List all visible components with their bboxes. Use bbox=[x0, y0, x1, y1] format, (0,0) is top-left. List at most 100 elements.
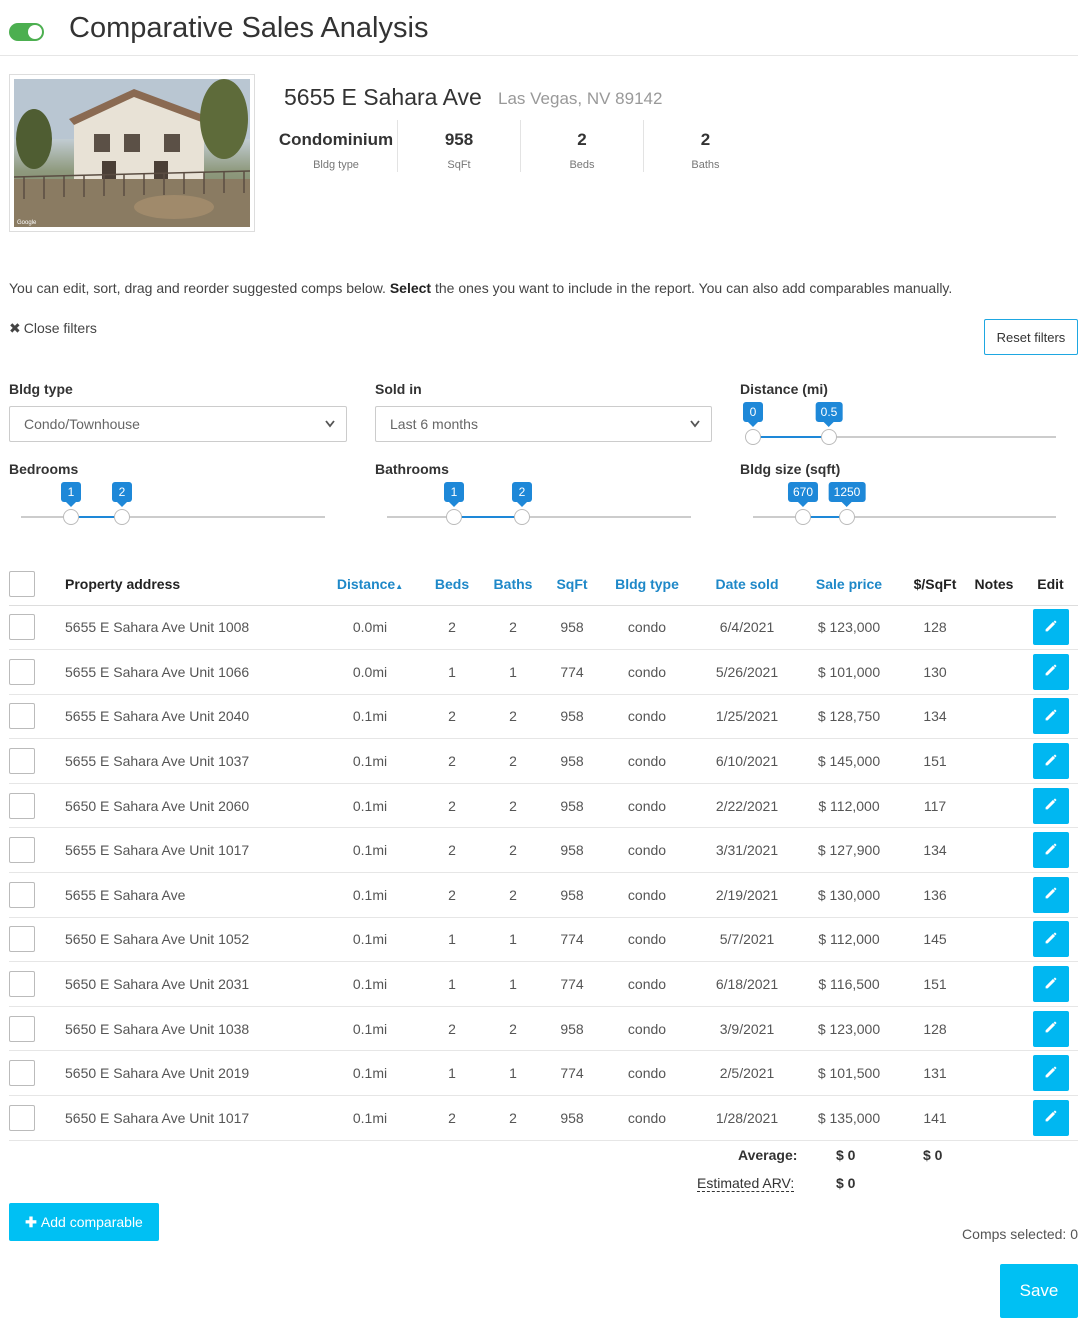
cell-price-sqft: 128 bbox=[905, 605, 965, 651]
edit-button[interactable] bbox=[1032, 609, 1069, 646]
table-row[interactable]: 5655 E Sahara Ave Unit 1037 0.1mi 2 2 958 con… bbox=[9, 738, 1078, 784]
cell-distance: 0.1mi bbox=[311, 917, 429, 963]
col-address[interactable]: Property address bbox=[46, 564, 311, 606]
select-all-cell bbox=[9, 564, 46, 606]
distance-slider[interactable]: 0 0.5 bbox=[743, 402, 1056, 450]
table-row[interactable]: 5650 E Sahara Ave Unit 1017 0.1mi 2 2 958 con… bbox=[9, 1095, 1078, 1141]
instructions-before: You can edit, sort, drag and reorder sug… bbox=[9, 280, 390, 296]
cell-baths: 1 bbox=[475, 917, 551, 963]
row-checkbox[interactable] bbox=[9, 881, 35, 908]
row-checkbox[interactable] bbox=[9, 971, 35, 998]
edit-button[interactable] bbox=[1032, 698, 1069, 735]
cell-notes bbox=[965, 917, 1023, 963]
close-filters-link[interactable]: ✖ Close filters bbox=[9, 320, 97, 337]
slider-min-handle[interactable] bbox=[63, 509, 79, 525]
row-checkbox[interactable] bbox=[9, 792, 35, 819]
table-row[interactable]: 5650 E Sahara Ave Unit 2060 0.1mi 2 2 958 con… bbox=[9, 783, 1078, 829]
property-photo-illustration bbox=[14, 79, 250, 227]
edit-button[interactable] bbox=[1032, 832, 1069, 869]
row-checkbox[interactable] bbox=[9, 1104, 35, 1131]
row-checkbox[interactable] bbox=[9, 926, 35, 953]
table-row[interactable]: 5655 E Sahara Ave Unit 1066 0.0mi 1 1 774 con… bbox=[9, 649, 1078, 695]
row-select-cell bbox=[9, 1050, 46, 1097]
col-sqft[interactable]: SqFt bbox=[551, 564, 593, 606]
page-header: Comparative Sales Analysis bbox=[0, 0, 1078, 56]
cell-date-sold: 1/28/2021 bbox=[701, 1095, 793, 1141]
col-baths[interactable]: Baths bbox=[475, 564, 551, 606]
report-section-toggle[interactable] bbox=[9, 23, 44, 41]
edit-button[interactable] bbox=[1032, 921, 1069, 958]
edit-button[interactable] bbox=[1032, 1055, 1069, 1092]
cell-sqft: 958 bbox=[551, 738, 593, 784]
table-row[interactable]: 5655 E Sahara Ave Unit 2040 0.1mi 2 2 958 con… bbox=[9, 694, 1078, 740]
slider-max-handle[interactable] bbox=[839, 509, 855, 525]
property-stats: Condominium Bldg type 958 SqFt 2 Beds 2 … bbox=[275, 120, 767, 172]
cell-bldg-type: condo bbox=[593, 1006, 701, 1052]
cell-edit bbox=[1023, 694, 1078, 740]
row-checkbox[interactable] bbox=[9, 614, 35, 641]
cell-sqft: 774 bbox=[551, 1050, 593, 1097]
cell-edit bbox=[1023, 738, 1078, 784]
slider-max-value: 1250 bbox=[828, 482, 866, 507]
edit-button[interactable] bbox=[1032, 876, 1069, 913]
edit-button[interactable] bbox=[1032, 743, 1069, 780]
row-checkbox[interactable] bbox=[9, 837, 35, 864]
slider-max-handle[interactable] bbox=[821, 429, 837, 445]
slider-min-value: 1 bbox=[61, 482, 81, 507]
slider-min-handle[interactable] bbox=[745, 429, 761, 445]
cell-date-sold: 6/10/2021 bbox=[701, 738, 793, 784]
cell-distance: 0.1mi bbox=[311, 694, 429, 740]
table-row[interactable]: 5655 E Sahara Ave Unit 1008 0.0mi 2 2 958 con… bbox=[9, 605, 1078, 651]
table-row[interactable]: 5655 E Sahara Ave Unit 1017 0.1mi 2 2 958 con… bbox=[9, 827, 1078, 874]
stat-label: Beds bbox=[569, 159, 595, 171]
edit-button[interactable] bbox=[1032, 1010, 1069, 1047]
cell-edit bbox=[1023, 605, 1078, 651]
row-checkbox[interactable] bbox=[9, 748, 35, 775]
col-sale-price[interactable]: Sale price bbox=[793, 564, 905, 606]
table-row[interactable]: 5655 E Sahara Ave 0.1mi 2 2 958 condo 2/19/202… bbox=[9, 872, 1078, 918]
col-beds[interactable]: Beds bbox=[429, 564, 475, 606]
cell-bldg-type: condo bbox=[593, 1050, 701, 1097]
edit-button[interactable] bbox=[1032, 966, 1069, 1003]
row-checkbox[interactable] bbox=[9, 703, 35, 730]
slider-max-handle[interactable] bbox=[114, 509, 130, 525]
sort-asc-icon: ▲ bbox=[395, 582, 404, 592]
edit-button[interactable] bbox=[1032, 1099, 1069, 1136]
property-photo-frame: Google bbox=[9, 74, 255, 232]
bedrooms-slider[interactable]: 1 2 bbox=[21, 482, 325, 530]
col-edit: Edit bbox=[1023, 564, 1078, 606]
slider-range bbox=[454, 516, 522, 518]
cell-baths: 2 bbox=[475, 694, 551, 740]
add-comparable-button[interactable]: ✚ Add comparable bbox=[9, 1203, 159, 1241]
col-date-sold[interactable]: Date sold bbox=[701, 564, 793, 606]
table-row[interactable]: 5650 E Sahara Ave Unit 1038 0.1mi 2 2 958 con… bbox=[9, 1006, 1078, 1052]
slider-max-handle[interactable] bbox=[514, 509, 530, 525]
bldg-size-slider[interactable]: 670 1250 bbox=[753, 482, 1056, 530]
slider-min-handle[interactable] bbox=[446, 509, 462, 525]
cell-bldg-type: condo bbox=[593, 961, 701, 1007]
col-bldg-type[interactable]: Bldg type bbox=[593, 564, 701, 606]
sold-in-select[interactable]: Last 6 months bbox=[375, 406, 712, 442]
slider-min-handle[interactable] bbox=[795, 509, 811, 525]
row-checkbox[interactable] bbox=[9, 658, 35, 685]
select-all-checkbox[interactable] bbox=[9, 571, 35, 598]
bldg-type-select[interactable]: Condo/Townhouse bbox=[9, 406, 347, 442]
save-button[interactable]: Save bbox=[1000, 1264, 1078, 1318]
estimated-arv-label[interactable]: Estimated ARV: bbox=[697, 1175, 795, 1192]
col-distance[interactable]: Distance▲ bbox=[311, 564, 429, 606]
table-row[interactable]: 5650 E Sahara Ave Unit 1052 0.1mi 1 1 774 con… bbox=[9, 917, 1078, 963]
row-checkbox[interactable] bbox=[9, 1060, 35, 1087]
row-checkbox[interactable] bbox=[9, 1015, 35, 1042]
cell-date-sold: 2/5/2021 bbox=[701, 1050, 793, 1097]
distance-label: Distance (mi) bbox=[740, 381, 828, 397]
bathrooms-slider[interactable]: 1 2 bbox=[387, 482, 691, 530]
table-row[interactable]: 5650 E Sahara Ave Unit 2031 0.1mi 1 1 774 con… bbox=[9, 961, 1078, 1007]
cell-beds: 2 bbox=[429, 783, 475, 829]
edit-button[interactable] bbox=[1032, 787, 1069, 824]
property-photo: Google bbox=[14, 79, 250, 227]
edit-button[interactable] bbox=[1032, 653, 1069, 690]
cell-date-sold: 3/9/2021 bbox=[701, 1006, 793, 1052]
table-row[interactable]: 5650 E Sahara Ave Unit 2019 0.1mi 1 1 774 con… bbox=[9, 1050, 1078, 1097]
arv-label-wrap: Estimated ARV: bbox=[697, 1175, 795, 1192]
reset-filters-button[interactable]: Reset filters bbox=[984, 319, 1078, 355]
